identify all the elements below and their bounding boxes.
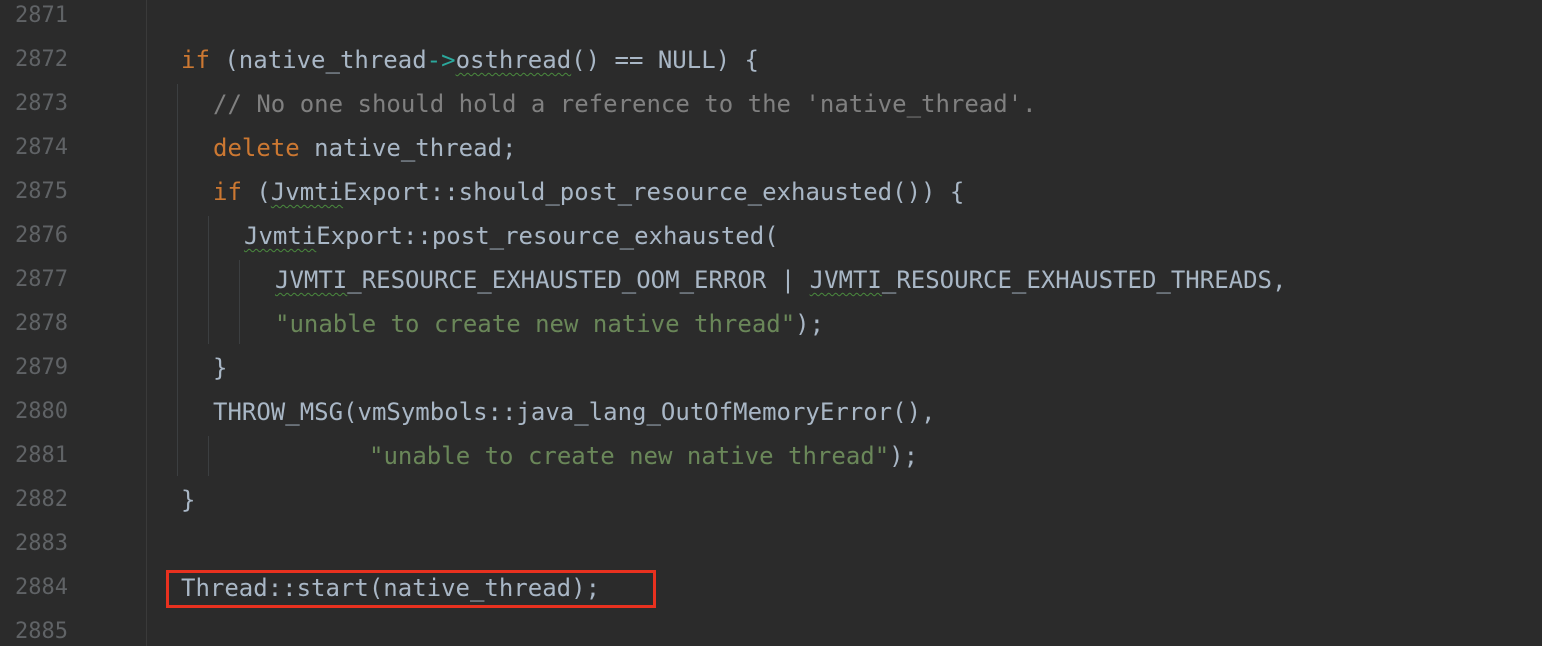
keyword-if: if — [213, 178, 242, 206]
string-literal: "unable to create new native thread" — [369, 442, 890, 470]
typo-word: Jvmti — [244, 222, 317, 250]
code-text: ); — [889, 442, 919, 470]
line-number: 2880 — [15, 399, 68, 424]
closing-brace: } — [213, 354, 228, 382]
line-number: 2875 — [15, 179, 68, 204]
code-text: () == NULL) { — [571, 46, 759, 74]
line-number: 2871 — [15, 3, 68, 28]
code-text: _RESOURCE_EXHAUSTED_THREADS, — [881, 266, 1287, 294]
typo-word: JVMTI — [275, 266, 348, 294]
code-line-2876[interactable]: JvmtiExport::post_resource_exhausted( — [244, 214, 779, 258]
code-line-2872[interactable]: if (native_thread->osthread() == NULL) { — [181, 38, 759, 82]
line-number: 2883 — [15, 531, 68, 556]
line-number: 2879 — [15, 355, 68, 380]
code-text: Export::post_resource_exhausted( — [316, 222, 779, 250]
code-line-2877[interactable]: JVMTI_RESOURCE_EXHAUSTED_OOM_ERROR | JVM… — [275, 258, 1286, 302]
closing-brace: } — [181, 486, 196, 514]
comment-text: // No one should hold a reference to the… — [213, 90, 1037, 118]
code-text: THROW_MSG(vmSymbols::java_lang_OutOfMemo… — [213, 398, 936, 426]
method-name: osthread — [455, 46, 572, 74]
line-number: 2885 — [15, 619, 68, 644]
code-line-2879[interactable]: } — [213, 346, 227, 390]
string-literal: "unable to create new native thread" — [275, 310, 796, 338]
keyword-if: if — [181, 46, 210, 74]
line-number: 2877 — [15, 267, 68, 292]
code-line-2878[interactable]: "unable to create new native thread"); — [275, 302, 824, 346]
line-number: 2881 — [15, 443, 68, 468]
line-number: 2884 — [15, 575, 68, 600]
line-number: 2874 — [15, 135, 68, 160]
line-number: 2882 — [15, 487, 68, 512]
code-editor[interactable]: if (native_thread->osthread() == NULL) {… — [147, 0, 1542, 646]
code-line-2881[interactable]: "unable to create new native thread"); — [369, 434, 918, 478]
line-number-gutter: 2871 2872 2873 2874 2875 2876 2877 2878 … — [0, 0, 147, 646]
code-line-2882[interactable]: } — [181, 478, 195, 522]
code-line-2873[interactable]: // No one should hold a reference to the… — [213, 82, 1037, 126]
code-text: ( — [241, 178, 271, 206]
line-number: 2873 — [15, 91, 68, 116]
line-number: 2876 — [15, 223, 68, 248]
arrow-operator: -> — [426, 46, 456, 74]
code-text: _RESOURCE_EXHAUSTED_OOM_ERROR | — [347, 266, 810, 294]
code-line-2874[interactable]: delete native_thread; — [213, 126, 516, 170]
highlight-annotation-box — [166, 570, 656, 608]
code-text: ); — [795, 310, 825, 338]
line-number: 2872 — [15, 47, 68, 72]
code-text: native_thread; — [299, 134, 517, 162]
code-text: Export::should_post_resource_exhausted()… — [343, 178, 965, 206]
line-number: 2878 — [15, 311, 68, 336]
code-line-2880[interactable]: THROW_MSG(vmSymbols::java_lang_OutOfMemo… — [213, 390, 935, 434]
keyword-delete: delete — [213, 134, 300, 162]
typo-word: Jvmti — [270, 178, 344, 206]
code-line-2875[interactable]: if (JvmtiExport::should_post_resource_ex… — [213, 170, 964, 214]
typo-word: JVMTI — [809, 266, 882, 294]
code-text: (native_thread — [209, 46, 427, 74]
